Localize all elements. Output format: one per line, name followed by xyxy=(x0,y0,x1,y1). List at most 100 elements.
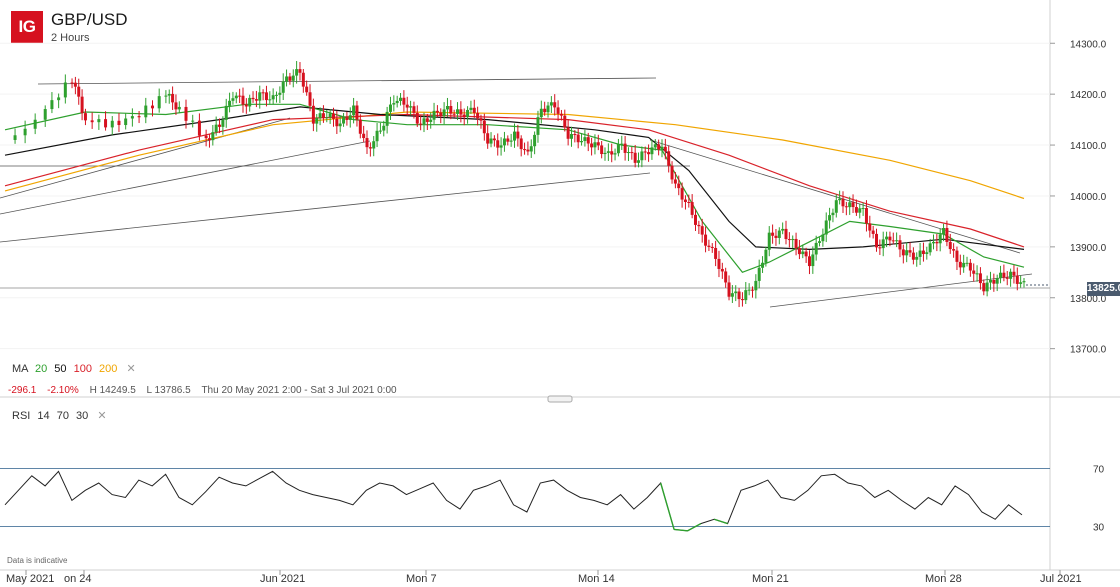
candle-body xyxy=(445,105,449,110)
candle-body xyxy=(549,102,553,106)
candle-body xyxy=(513,131,516,141)
candle-body xyxy=(476,112,480,119)
candle-body xyxy=(978,273,982,284)
candle-body xyxy=(80,96,84,114)
candle-body xyxy=(164,95,168,97)
candle-body xyxy=(740,299,744,301)
candle-body xyxy=(23,128,27,136)
candle-body xyxy=(613,153,617,155)
candle-body xyxy=(784,228,788,240)
candle-body xyxy=(207,138,211,141)
candle-body xyxy=(948,241,952,250)
candle-body xyxy=(573,134,577,136)
candle-body xyxy=(801,251,805,255)
candle-body xyxy=(791,238,795,241)
candle-body xyxy=(777,230,781,238)
candle-body xyxy=(811,254,815,267)
candle-body xyxy=(968,262,972,271)
candle-body xyxy=(563,115,567,128)
candle-body xyxy=(821,234,825,242)
candle-body xyxy=(663,146,667,152)
candle-body xyxy=(83,113,87,121)
price-chart[interactable]: 14300.014200.014100.014000.013900.013800… xyxy=(0,0,1120,587)
candle-body xyxy=(97,119,101,123)
candle-body xyxy=(566,127,570,139)
rsi-period: 14 xyxy=(37,410,50,422)
candle-body xyxy=(395,100,399,104)
candle-body xyxy=(915,256,919,260)
candle-body xyxy=(1009,271,1013,279)
candle-body xyxy=(921,250,925,255)
candle-body xyxy=(295,69,299,76)
candle-body xyxy=(248,97,252,107)
candle-body xyxy=(63,82,67,98)
candle-body xyxy=(851,202,855,208)
candle-body xyxy=(600,145,604,155)
candle-body xyxy=(1012,271,1016,276)
candle-body xyxy=(456,109,460,114)
candle-body xyxy=(244,104,248,107)
ma-period-50: 50 xyxy=(54,363,67,375)
candle-body xyxy=(368,147,372,149)
candle-body xyxy=(583,137,587,142)
candle-body xyxy=(375,130,379,142)
trend-line xyxy=(37,77,657,85)
candle-body xyxy=(388,104,392,112)
candle-body xyxy=(610,151,614,155)
candle-body xyxy=(264,92,268,101)
candle-body xyxy=(315,118,319,124)
candle-body xyxy=(328,113,332,118)
candle-body xyxy=(734,291,738,294)
candle-body xyxy=(124,118,128,126)
ma-period-100: 100 xyxy=(73,363,92,375)
candle-body xyxy=(50,100,54,110)
candle-body xyxy=(931,241,935,244)
candle-body xyxy=(352,105,356,116)
candle-body xyxy=(214,124,218,133)
rsi-legend[interactable]: RSI 14 70 30 ✕ xyxy=(12,409,107,422)
candle-body xyxy=(972,270,976,274)
candle-body xyxy=(472,107,476,113)
ma-period-200: 200 xyxy=(99,363,118,375)
time-tick-label: May 2021 xyxy=(6,573,54,585)
candle-body xyxy=(995,278,999,284)
candle-body xyxy=(794,238,798,249)
candle-body xyxy=(593,142,597,148)
close-icon[interactable]: ✕ xyxy=(126,363,135,375)
price-tick-label: 13900.0 xyxy=(1070,243,1107,254)
candle-body xyxy=(985,282,989,292)
candle-body xyxy=(834,200,838,213)
candle-body xyxy=(77,86,81,97)
candle-body xyxy=(928,243,932,253)
candle-body xyxy=(362,133,366,139)
candle-body xyxy=(881,239,885,249)
candle-body xyxy=(516,131,520,139)
trend-line xyxy=(0,172,651,243)
trend-line xyxy=(769,273,1033,308)
close-icon[interactable]: ✕ xyxy=(97,410,106,422)
candle-body xyxy=(553,102,557,108)
candle-body xyxy=(680,188,684,200)
candle-body xyxy=(797,248,801,255)
candle-body xyxy=(479,118,483,121)
price-tick-label: 13700.0 xyxy=(1070,345,1107,356)
candle-body xyxy=(311,105,315,124)
candle-body xyxy=(730,293,734,297)
candle-body xyxy=(898,240,902,250)
candle-body xyxy=(744,290,748,301)
candle-body xyxy=(660,146,664,150)
candle-body xyxy=(496,140,500,148)
candle-body xyxy=(717,258,721,269)
candle-body xyxy=(667,151,671,166)
time-tick-label: Jul 2021 xyxy=(1040,573,1082,585)
candle-body xyxy=(429,119,433,122)
ma-legend[interactable]: MA 20 50 100 200 ✕ xyxy=(12,362,136,375)
rsi-oversold-segment xyxy=(714,518,728,525)
candle-body xyxy=(875,233,879,248)
candle-body xyxy=(325,117,329,119)
candle-body xyxy=(305,86,309,93)
candle-body xyxy=(838,198,842,201)
candle-body xyxy=(372,141,376,149)
candle-body xyxy=(637,160,641,163)
candle-body xyxy=(150,105,154,109)
